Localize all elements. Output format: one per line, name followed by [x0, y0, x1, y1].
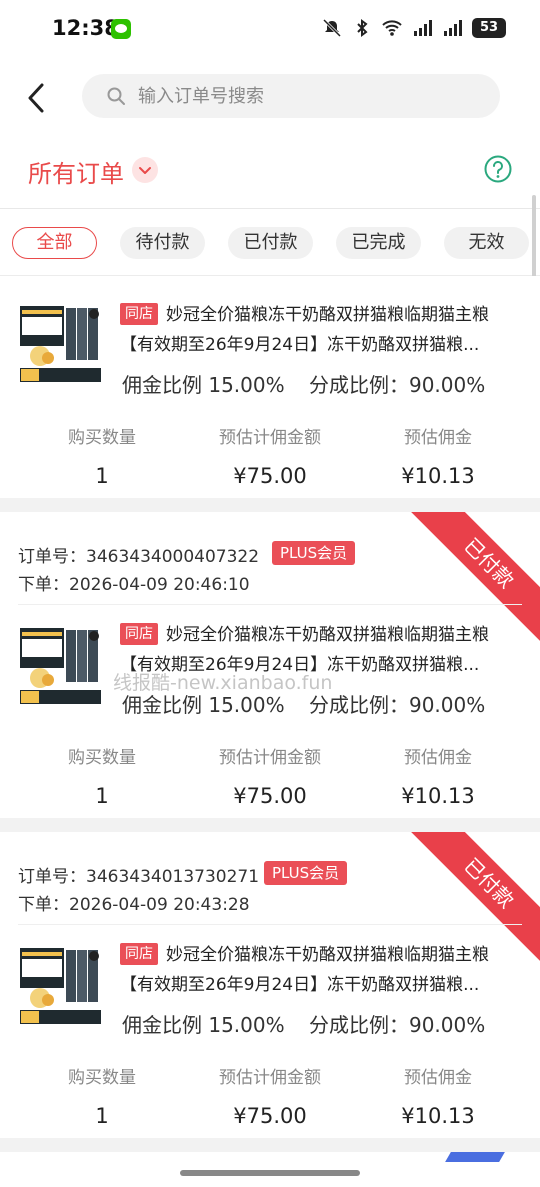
- stat-label: 预估计佣金额: [219, 428, 321, 448]
- tab-paid[interactable]: 已付款: [228, 227, 313, 259]
- product-info: 同店 妙冠全价猫粮冻干奶酪双拼猫粮临期猫主粮【有效期至26年9月24日】冻干奶酪双…: [120, 940, 520, 1000]
- stat-label: 预估佣金: [404, 748, 472, 768]
- product-image: [18, 942, 103, 1027]
- order-time-value: 2026-04-09 20:46:10: [69, 575, 250, 595]
- order-stats: 购买数量 1 预估计佣金额 ¥75.00 预估佣金 ¥10.13: [0, 1063, 540, 1138]
- stat-amount: 预估计佣金额 ¥75.00: [180, 1063, 360, 1128]
- order-number-value: 3463434013730271: [86, 867, 260, 887]
- product-image: [18, 300, 103, 385]
- shop-badge: 同店: [120, 623, 158, 645]
- plus-member-badge: PLUS会员: [272, 541, 356, 565]
- status-bar: 12:38 53: [0, 0, 540, 60]
- stat-label: 预估佣金: [404, 428, 472, 448]
- divider: [18, 924, 522, 925]
- order-stats: 购买数量 1 预估计佣金额 ¥75.00 预估佣金 ¥10.13: [0, 743, 540, 818]
- tab-pending-payment[interactable]: 待付款: [120, 227, 205, 259]
- status-time: 12:38: [52, 16, 119, 40]
- commission-rate: 佣金比例 15.00%: [122, 1013, 285, 1037]
- bluetooth-icon: [357, 19, 368, 37]
- order-number: 订单号：3463434013730271: [18, 862, 259, 887]
- chevron-down-icon[interactable]: [132, 157, 158, 183]
- commission-rate: 佣金比例 15.00%: [122, 373, 285, 397]
- shop-badge: 同店: [120, 943, 158, 965]
- product-title-text: 妙冠全价猫粮冻干奶酪双拼猫粮临期猫主粮【有效期至26年9月24日】冻干奶酪双拼猫…: [120, 305, 489, 355]
- stat-label: 预估佣金: [404, 1068, 472, 1088]
- wechat-icon: [111, 19, 131, 39]
- stat-commission: 预估佣金 ¥10.13: [348, 423, 528, 488]
- product-title[interactable]: 同店 妙冠全价猫粮冻干奶酪双拼猫粮临期猫主粮【有效期至26年9月24日】冻干奶酪双…: [120, 300, 520, 360]
- rates-row: 佣金比例 15.00% 分成比例：90.00%: [122, 1009, 503, 1038]
- battery-icon: 53: [472, 18, 506, 38]
- search-icon: [107, 87, 125, 105]
- tab-all[interactable]: 全部: [12, 227, 97, 259]
- order-number-label: 订单号：: [18, 547, 86, 567]
- divider: [18, 604, 522, 605]
- header: 所有订单: [0, 60, 540, 210]
- product-image: [18, 622, 103, 707]
- order-filter-title[interactable]: 所有订单: [28, 154, 124, 189]
- stat-value: ¥10.13: [401, 784, 475, 808]
- stat-quantity: 购买数量 1: [12, 743, 192, 808]
- stat-label: 预估计佣金额: [219, 1068, 321, 1088]
- order-number-label: 订单号：: [18, 867, 86, 887]
- search-input[interactable]: [138, 74, 478, 118]
- tab-invalid[interactable]: 无效: [444, 227, 529, 259]
- help-icon[interactable]: [484, 155, 512, 183]
- order-number-value: 3463434000407322: [86, 547, 260, 567]
- order-time-label: 下单：: [18, 575, 69, 595]
- plus-member-badge: PLUS会员: [264, 861, 348, 885]
- share-rate: 分成比例：90.00%: [308, 693, 486, 717]
- stat-value: ¥10.13: [401, 1104, 475, 1128]
- search-box[interactable]: [82, 74, 500, 118]
- order-time-value: 2026-04-09 20:43:28: [69, 895, 250, 915]
- stat-amount: 预估计佣金额 ¥75.00: [180, 743, 360, 808]
- stat-value: 1: [95, 464, 109, 488]
- stat-label: 购买数量: [68, 1068, 136, 1088]
- watermark: 线报酷-new.xianbao.fun: [113, 672, 333, 694]
- stat-quantity: 购买数量 1: [12, 1063, 192, 1128]
- stat-value: 1: [95, 784, 109, 808]
- status-icons: 53: [322, 18, 506, 38]
- mute-bell-icon: [322, 18, 342, 38]
- order-time: 下单：2026-04-09 20:46:10: [18, 570, 250, 595]
- status-tabs: 全部 待付款 已付款 已完成 无效: [0, 208, 540, 276]
- product-title-text: 妙冠全价猫粮冻干奶酪双拼猫粮临期猫主粮【有效期至26年9月24日】冻干奶酪双拼猫…: [120, 945, 489, 995]
- stat-label: 购买数量: [68, 428, 136, 448]
- stat-value: ¥10.13: [401, 464, 475, 488]
- order-time: 下单：2026-04-09 20:43:28: [18, 890, 250, 915]
- stat-value: ¥75.00: [233, 784, 307, 808]
- order-card[interactable]: 已付款 订单号：3463434000407322 PLUS会员 下单：2026-…: [0, 512, 540, 818]
- product-title[interactable]: 同店 妙冠全价猫粮冻干奶酪双拼猫粮临期猫主粮【有效期至26年9月24日】冻干奶酪双…: [120, 940, 520, 1000]
- signal-5ga-icon: [444, 20, 462, 36]
- order-time-label: 下单：: [18, 895, 69, 915]
- stat-label: 购买数量: [68, 748, 136, 768]
- wifi-icon: [382, 20, 402, 36]
- stat-commission: 预估佣金 ¥10.13: [348, 743, 528, 808]
- next-card-ribbon: [445, 1152, 505, 1162]
- share-rate: 分成比例：90.00%: [308, 1013, 486, 1037]
- share-rate: 分成比例：90.00%: [308, 373, 486, 397]
- product-info: 同店 妙冠全价猫粮冻干奶酪双拼猫粮临期猫主粮【有效期至26年9月24日】冻干奶酪双…: [120, 300, 520, 360]
- signal-5g-icon: [414, 20, 432, 36]
- order-number: 订单号：3463434000407322: [18, 542, 259, 567]
- stat-label: 预估计佣金额: [219, 748, 321, 768]
- stat-quantity: 购买数量 1: [12, 423, 192, 488]
- stat-commission: 预估佣金 ¥10.13: [348, 1063, 528, 1128]
- tab-completed[interactable]: 已完成: [336, 227, 421, 259]
- commission-rate: 佣金比例 15.00%: [122, 693, 285, 717]
- stat-amount: 预估计佣金额 ¥75.00: [180, 423, 360, 488]
- stat-value: 1: [95, 1104, 109, 1128]
- shop-badge: 同店: [120, 303, 158, 325]
- rates-row: 佣金比例 15.00% 分成比例：90.00%: [122, 369, 503, 398]
- order-card[interactable]: 已付款 订单号：3463434013730271 PLUS会员 下单：2026-…: [0, 832, 540, 1138]
- order-stats: 购买数量 1 预估计佣金额 ¥75.00 预估佣金 ¥10.13: [0, 423, 540, 498]
- order-card[interactable]: 同店 妙冠全价猫粮冻干奶酪双拼猫粮临期猫主粮【有效期至26年9月24日】冻干奶酪双…: [0, 276, 540, 498]
- stat-value: ¥75.00: [233, 464, 307, 488]
- back-arrow-icon[interactable]: [24, 81, 48, 115]
- stat-value: ¥75.00: [233, 1104, 307, 1128]
- home-indicator[interactable]: [180, 1170, 360, 1176]
